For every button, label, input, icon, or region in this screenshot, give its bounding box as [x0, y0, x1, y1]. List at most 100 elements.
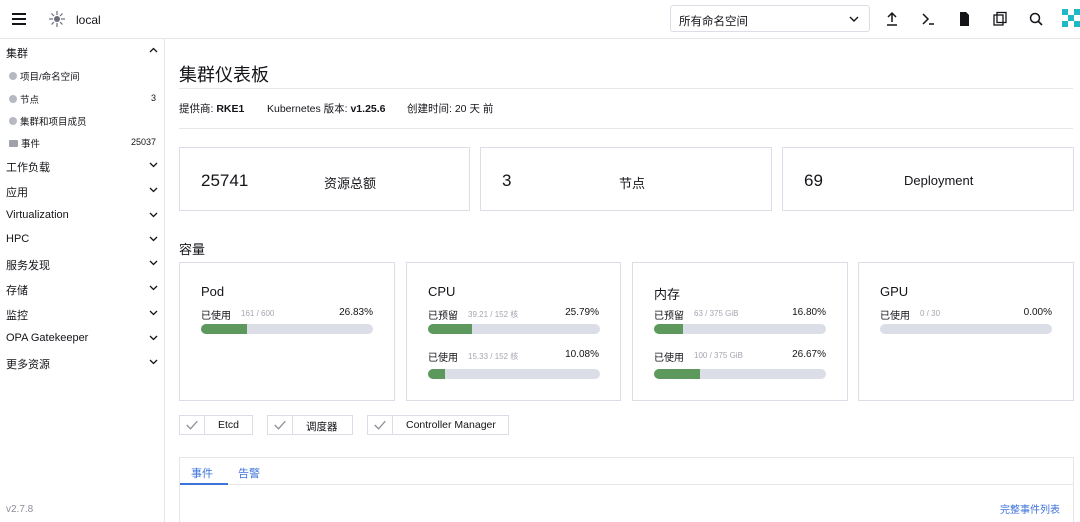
gauge-percent: 10.08% [565, 349, 599, 360]
gauge-detail: 15.33 / 152 核 [468, 352, 519, 361]
sidebar-item-members[interactable]: 集群和项目成员 [9, 114, 87, 128]
sidebar-group-cluster[interactable]: 集群 [6, 45, 28, 61]
stat-value: 3 [502, 171, 512, 190]
gauge-label: 已使用 [201, 311, 231, 322]
cluster-name[interactable]: local [76, 13, 101, 27]
gauge-label: 已使用 [880, 311, 910, 322]
gauge-label: 已使用 [428, 353, 458, 364]
gauge-fill [654, 369, 700, 379]
capacity-card-cpu: CPU 已预留 39.21 / 152 核 25.79% 已使用 15.33 /… [406, 262, 621, 401]
tab-events[interactable]: 事件 [191, 465, 213, 481]
top-header: local 所有命名空间 [0, 0, 1080, 39]
file-icon[interactable] [956, 11, 972, 27]
sidebar-group-service-discovery[interactable]: 服务发现 [6, 257, 50, 273]
chevron-down-icon[interactable] [149, 185, 158, 194]
sidebar-item-label: 节点 [20, 95, 40, 106]
capacity-name: 内存 [654, 287, 681, 302]
component-name: Etcd [218, 419, 240, 431]
kubernetes-version-label: Kubernetes 版本: [267, 103, 351, 115]
capacity-card-memory: 内存 已预留 63 / 375 GiB 16.80% 已使用 100 / 375… [632, 262, 848, 401]
upload-icon[interactable] [884, 11, 900, 27]
capacity-name: CPU [428, 284, 456, 299]
capacity-title: 容量 [179, 242, 206, 257]
chevron-down-icon[interactable] [149, 357, 158, 366]
capacity-card-gpu: GPU 已使用 0 / 30 0.00% [858, 262, 1074, 401]
chevron-down-icon[interactable] [149, 234, 158, 243]
sidebar-group-apps[interactable]: 应用 [6, 184, 28, 200]
provider-value: RKE1 [216, 103, 245, 115]
sidebar-group-opa-gatekeeper[interactable]: OPA Gatekeeper [6, 332, 88, 344]
chevron-down-icon[interactable] [149, 210, 158, 219]
component-name: 调度器 [306, 421, 338, 433]
circle-icon [9, 117, 17, 125]
component-status-etcd: Etcd [179, 415, 253, 435]
sidebar-item-events[interactable]: 事件 [9, 136, 40, 150]
folder-icon [9, 139, 18, 147]
sidebar-item-nodes[interactable]: 节点 [9, 92, 39, 106]
cluster-icon [49, 11, 65, 27]
divider [179, 88, 1073, 89]
tab-alerts[interactable]: 告警 [238, 465, 260, 481]
sidebar-group-virtualization[interactable]: Virtualization [6, 209, 69, 221]
gauge-detail: 161 / 600 [241, 309, 275, 318]
rancher-logo-icon [1062, 9, 1080, 27]
check-icon [274, 416, 293, 434]
gauge-percent: 25.79% [565, 307, 599, 318]
gauge-fill [201, 324, 248, 334]
created-value: 20 天 前 [454, 103, 494, 115]
sidebar-group-storage[interactable]: 存储 [6, 282, 28, 298]
chevron-down-icon[interactable] [149, 333, 158, 342]
stat-label: 资源总额 [324, 176, 377, 191]
sidebar-group-more-resources[interactable]: 更多资源 [6, 356, 50, 372]
provider-info: 提供商: RKE1 [179, 101, 244, 116]
version-label: v2.7.8 [6, 504, 34, 515]
chevron-down-icon[interactable] [149, 258, 158, 267]
menu-icon[interactable] [12, 13, 26, 25]
stat-value: 25741 [201, 171, 249, 190]
chevron-down-icon[interactable] [149, 308, 158, 317]
events-panel: 事件 告警 完整事件列表 [179, 457, 1074, 522]
gauge-detail: 100 / 375 GiB [694, 351, 743, 360]
sidebar-group-monitoring[interactable]: 监控 [6, 307, 28, 323]
gauge-fill [428, 369, 446, 379]
check-icon [186, 416, 205, 434]
check-icon [374, 416, 393, 434]
chevron-down-icon [849, 16, 859, 22]
gauge-bar [654, 324, 826, 334]
kubernetes-version-info: Kubernetes 版本: v1.25.6 [267, 101, 386, 116]
chevron-up-icon[interactable] [149, 46, 158, 55]
capacity-name: GPU [880, 284, 909, 299]
stat-label: Deployment [904, 173, 974, 188]
created-label: 创建时间: [407, 103, 455, 115]
sidebar-group-hpc[interactable]: HPC [6, 233, 29, 245]
main-content: 集群仪表板 提供商: RKE1 Kubernetes 版本: v1.25.6 创… [165, 39, 1080, 522]
full-events-list-link[interactable]: 完整事件列表 [1000, 501, 1060, 516]
divider [179, 128, 1073, 129]
component-status-scheduler: 调度器 [267, 415, 353, 435]
chevron-down-icon[interactable] [149, 283, 158, 292]
stat-card-total-resources[interactable]: 25741 资源总额 [179, 147, 470, 211]
search-icon[interactable] [1028, 11, 1044, 27]
stat-card-deployments[interactable]: 69 Deployment [782, 147, 1074, 211]
namespace-select[interactable]: 所有命名空间 [670, 5, 870, 32]
sidebar-group-workloads[interactable]: 工作负载 [6, 159, 50, 175]
sidebar-item-count: 3 [150, 93, 156, 103]
stat-card-nodes[interactable]: 3 节点 [480, 147, 772, 211]
copy-icon[interactable] [992, 11, 1008, 27]
created-info: 创建时间: 20 天 前 [407, 101, 493, 116]
gauge-label: 已使用 [654, 353, 684, 364]
gauge-bar [428, 369, 600, 379]
gauge-bar [880, 324, 1052, 334]
gauge-percent: 0.00% [1023, 307, 1052, 318]
sidebar-item-projects[interactable]: 项目/命名空间 [9, 69, 80, 83]
sidebar: 集群 项目/命名空间 节点 3 集群和项目成员 事件 25037 工作负载 应用… [0, 39, 165, 522]
sidebar-item-count: 25037 [130, 137, 156, 147]
gauge-bar [201, 324, 373, 334]
chevron-down-icon[interactable] [149, 160, 158, 169]
terminal-icon[interactable] [920, 11, 936, 27]
component-status-controller-manager: Controller Manager [367, 415, 509, 435]
kubernetes-version-value: v1.25.6 [350, 103, 386, 115]
gauge-bar [654, 369, 826, 379]
stat-label: 节点 [619, 176, 646, 191]
capacity-card-pod: Pod 已使用 161 / 600 26.83% [179, 262, 395, 401]
